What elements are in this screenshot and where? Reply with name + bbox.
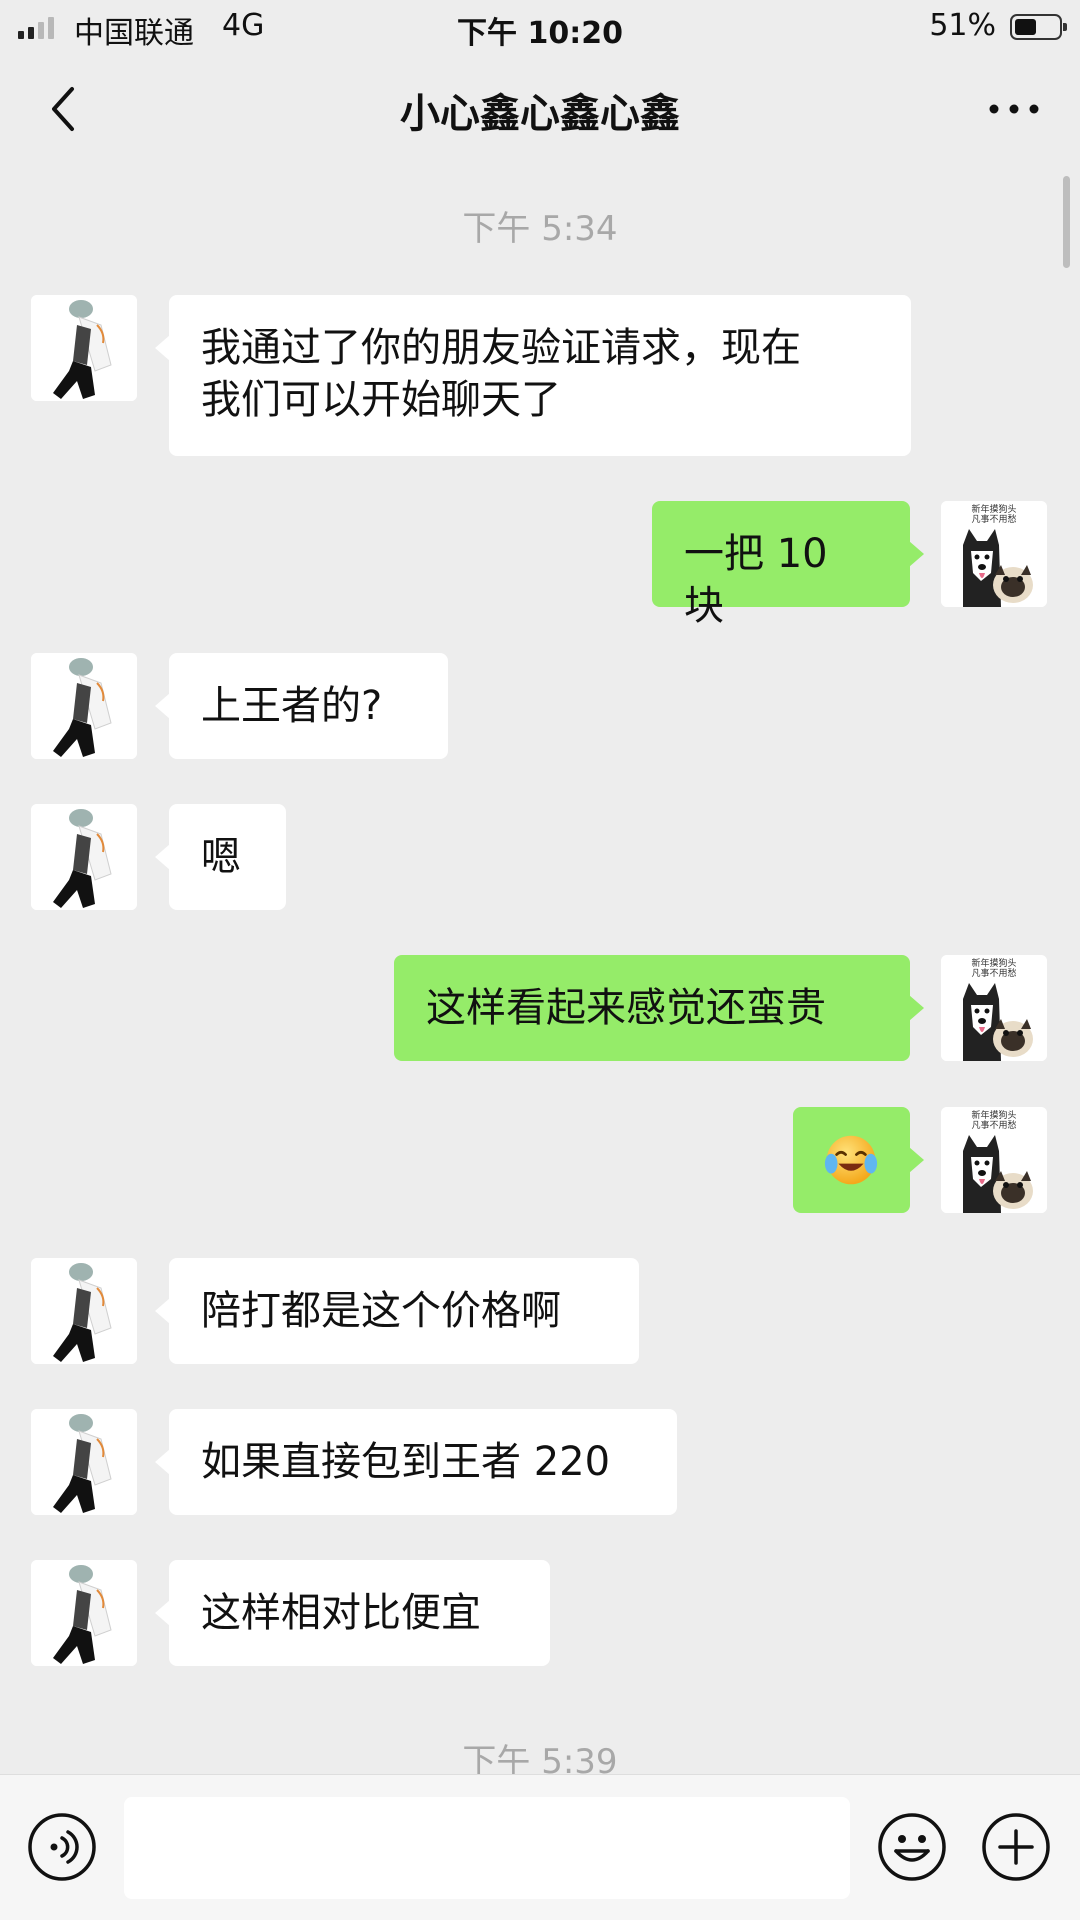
my-avatar[interactable]: 新年摸狗头 凡事不用愁 bbox=[941, 1107, 1047, 1213]
person-figure-icon bbox=[31, 1258, 137, 1364]
message-bubble-outgoing[interactable] bbox=[793, 1107, 924, 1213]
plus-icon[interactable] bbox=[980, 1811, 1052, 1883]
my-avatar[interactable]: 新年摸狗头 凡事不用愁 bbox=[941, 501, 1047, 607]
svg-text:凡事不用愁: 凡事不用愁 bbox=[971, 967, 1016, 979]
person-figure-icon bbox=[31, 653, 137, 759]
contact-avatar[interactable] bbox=[31, 804, 137, 910]
svg-text:新年摸狗头: 新年摸狗头 bbox=[971, 1109, 1016, 1121]
voice-icon[interactable] bbox=[26, 1811, 98, 1883]
message-text: 这样看起来感觉还蛮贵 bbox=[426, 985, 826, 1031]
message-bubble-incoming[interactable]: 嗯 bbox=[155, 804, 286, 910]
crying-laughing-emoji bbox=[824, 1135, 878, 1185]
message-bubble-incoming[interactable]: 上王者的? bbox=[155, 653, 448, 759]
message-bubble-outgoing[interactable]: 这样看起来感觉还蛮贵 bbox=[394, 955, 924, 1061]
contact-avatar[interactable] bbox=[31, 653, 137, 759]
timestamp-label: 下午 5:34 bbox=[462, 209, 618, 249]
message-text: 如果直接包到王者 220 bbox=[201, 1439, 611, 1485]
more-dots-icon[interactable] bbox=[984, 94, 1044, 124]
svg-text:新年摸狗头: 新年摸狗头 bbox=[971, 503, 1016, 515]
message-bubble-incoming[interactable]: 陪打都是这个价格啊 bbox=[155, 1258, 639, 1364]
message-text: 嗯 bbox=[201, 834, 241, 880]
svg-text:凡事不用愁: 凡事不用愁 bbox=[971, 513, 1016, 525]
message-text: 一把 10 块 bbox=[684, 531, 828, 629]
message-bubble-incoming[interactable]: 如果直接包到王者 220 bbox=[155, 1409, 677, 1515]
input-bar bbox=[0, 1774, 1080, 1920]
status-time: 下午 10:20 bbox=[457, 16, 623, 51]
message-bubble-outgoing[interactable]: 一把 10 块 bbox=[652, 501, 924, 629]
person-figure-icon bbox=[31, 295, 137, 401]
person-figure-icon bbox=[31, 1409, 137, 1515]
message-text: 这样相对比便宜 bbox=[201, 1590, 481, 1636]
contact-avatar[interactable] bbox=[31, 295, 137, 401]
my-avatar[interactable]: 新年摸狗头 凡事不用愁 bbox=[941, 955, 1047, 1061]
husky-pug-sticker-icon: 新年摸狗头 凡事不用愁 bbox=[941, 1107, 1047, 1213]
message-text: 上王者的? bbox=[201, 683, 383, 729]
message-input[interactable] bbox=[124, 1797, 850, 1899]
contact-avatar[interactable] bbox=[31, 1409, 137, 1515]
status-bar: 中国联通 4G 下午 10:20 51% bbox=[0, 0, 1080, 54]
person-figure-icon bbox=[31, 1560, 137, 1666]
husky-pug-sticker-icon: 新年摸狗头 凡事不用愁 bbox=[941, 955, 1047, 1061]
emoji-icon[interactable] bbox=[876, 1811, 948, 1883]
message-bubble-incoming[interactable]: 我通过了你的朋友验证请求，现在 我们可以开始聊天了 bbox=[155, 295, 911, 456]
contact-avatar[interactable] bbox=[31, 1560, 137, 1666]
contact-avatar[interactable] bbox=[31, 1258, 137, 1364]
message-text: 我通过了你的朋友验证请求，现在 我们可以开始聊天了 bbox=[201, 325, 801, 423]
title-bar: 小心鑫心鑫心鑫 bbox=[0, 54, 1080, 164]
battery-percent: 51% bbox=[929, 8, 996, 43]
svg-text:新年摸狗头: 新年摸狗头 bbox=[971, 957, 1016, 969]
person-figure-icon bbox=[31, 804, 137, 910]
message-bubble-incoming[interactable]: 这样相对比便宜 bbox=[155, 1560, 550, 1666]
chevron-left-icon[interactable] bbox=[40, 84, 90, 134]
husky-pug-sticker-icon: 新年摸狗头 凡事不用愁 bbox=[941, 501, 1047, 607]
svg-text:凡事不用愁: 凡事不用愁 bbox=[971, 1119, 1016, 1131]
battery-icon bbox=[1010, 14, 1067, 40]
chat-title: 小心鑫心鑫心鑫 bbox=[400, 91, 680, 137]
message-text: 陪打都是这个价格啊 bbox=[201, 1288, 561, 1334]
